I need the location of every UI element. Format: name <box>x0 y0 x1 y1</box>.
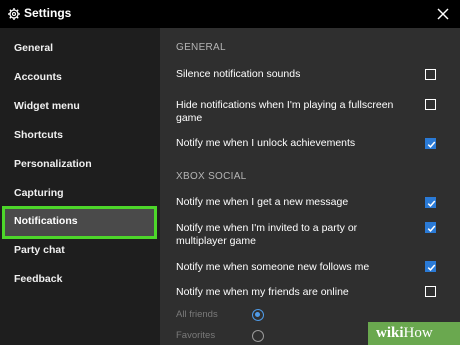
wikihow-watermark: wikiHow <box>368 322 460 345</box>
sidebar-item-label: Notifications <box>14 215 78 227</box>
checkmark-icon <box>427 141 436 148</box>
setting-label: Hide notifications when I'm playing a fu… <box>176 99 394 124</box>
checkmark-icon <box>427 264 436 271</box>
gear-icon <box>8 8 20 20</box>
sidebar-item-feedback[interactable]: Feedback <box>0 266 160 295</box>
checkmark-icon <box>427 225 436 232</box>
section-header-general: GENERAL <box>176 42 226 53</box>
party-invite-checkbox[interactable] <box>425 222 436 233</box>
radio-label: Favorites <box>176 330 216 341</box>
sidebar-item-general[interactable]: General <box>0 35 160 64</box>
setting-label: Notify me when I get a new message <box>176 196 349 208</box>
favorites-radio[interactable] <box>252 330 264 342</box>
new-follower-checkbox[interactable] <box>425 261 436 272</box>
sidebar-item-accounts[interactable]: Accounts <box>0 64 160 93</box>
setting-label: Notify me when someone new follows me <box>176 261 370 273</box>
sidebar-item-label: Personalization <box>14 158 92 170</box>
achievements-checkbox[interactable] <box>425 138 436 149</box>
sidebar-item-personalization[interactable]: Personalization <box>0 151 160 180</box>
setting-label: Notify me when I'm invited to a party or… <box>176 222 358 247</box>
new-message-checkbox[interactable] <box>425 197 436 208</box>
sidebar-item-label: Party chat <box>14 244 65 256</box>
sidebar-item-label: Feedback <box>14 273 63 285</box>
section-header-xbox-social: XBOX SOCIAL <box>176 171 247 182</box>
sidebar-item-label: Shortcuts <box>14 129 64 141</box>
checkmark-icon <box>427 200 436 207</box>
setting-label: Silence notification sounds <box>176 68 301 80</box>
sidebar-item-capturing[interactable]: Capturing <box>0 180 160 209</box>
hide-fullscreen-checkbox[interactable] <box>425 99 436 110</box>
close-icon[interactable] <box>434 5 452 23</box>
sidebar-item-notifications[interactable]: Notifications <box>2 206 157 239</box>
settings-panel: GENERAL Silence notification sounds Hide… <box>160 28 460 345</box>
window-title: Settings <box>24 6 72 20</box>
sidebar-item-label: Capturing <box>14 187 64 199</box>
all-friends-radio[interactable] <box>252 309 264 321</box>
sidebar-item-widget-menu[interactable]: Widget menu <box>0 93 160 122</box>
sidebar: General Accounts Widget menu Shortcuts P… <box>0 28 160 345</box>
setting-label: Notify me when I unlock achievements <box>176 137 356 149</box>
watermark-wiki: wiki <box>376 325 404 341</box>
watermark-text: wikiHow <box>376 325 433 342</box>
sidebar-item-label: Accounts <box>14 71 62 83</box>
radio-label: All friends <box>176 309 218 320</box>
sidebar-item-label: General <box>14 42 54 54</box>
friends-online-checkbox[interactable] <box>425 286 436 297</box>
sidebar-item-party-chat[interactable]: Party chat <box>0 237 160 266</box>
setting-label: Notify me when my friends are online <box>176 286 349 298</box>
title-bar: Settings <box>0 0 460 28</box>
sidebar-item-label: Widget menu <box>14 100 80 112</box>
silence-sounds-checkbox[interactable] <box>425 69 436 80</box>
sidebar-item-shortcuts[interactable]: Shortcuts <box>0 122 160 151</box>
watermark-how: How <box>403 325 433 341</box>
